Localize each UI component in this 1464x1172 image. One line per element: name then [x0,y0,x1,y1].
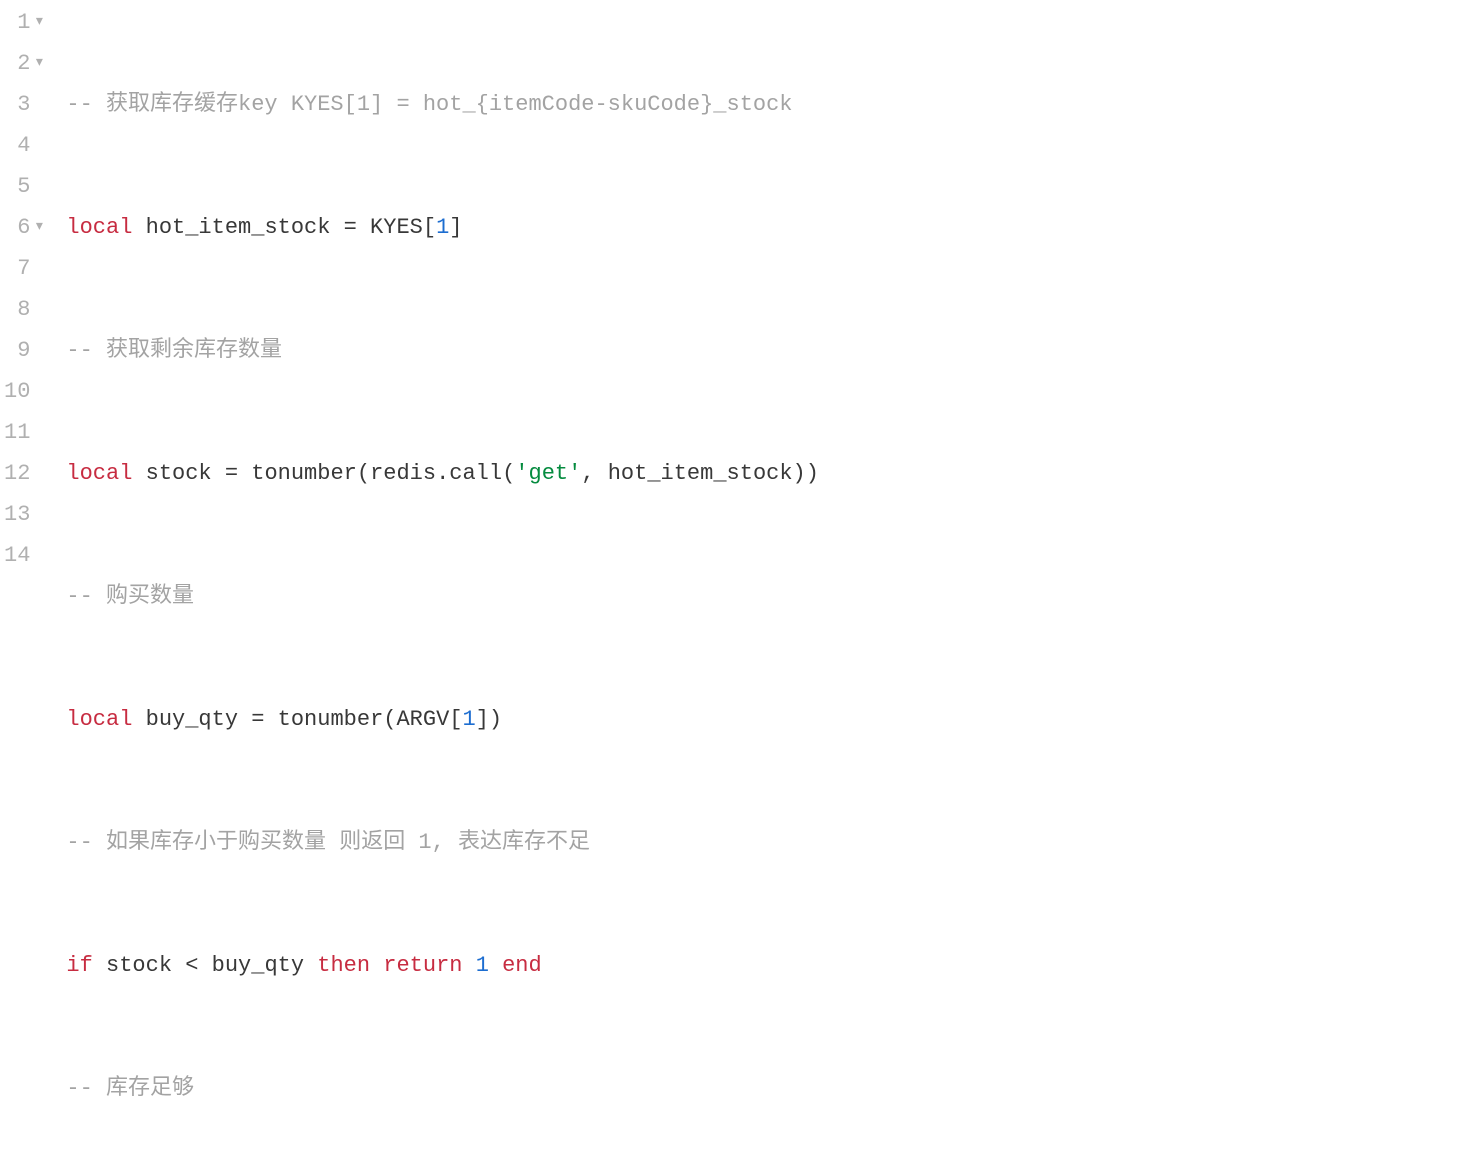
fold-marker-icon[interactable]: ▾ [32,43,46,84]
keyword-token: end [502,945,542,986]
code-line: -- 获取剩余库存数量 [66,330,819,371]
comment-token: -- 库存足够 [66,1068,194,1109]
line-number: 2▾ [4,43,46,84]
code-line: if stock < buy_qty then return 1 end [66,945,819,986]
line-number: 3 [4,84,46,125]
line-number: 12 [4,453,46,494]
operator-token: = [225,453,238,494]
function-call-token: tonumber(redis.call( [238,453,515,494]
operator-token: = [344,207,357,248]
comment-token: -- 获取库存缓存key KYES[1] = hot_{itemCode-sku… [66,84,792,125]
operator-token: = [251,699,264,740]
bracket-token: ] [449,207,462,248]
keyword-token: local [66,207,132,248]
code-editor-content[interactable]: -- 获取库存缓存key KYES[1] = hot_{itemCode-sku… [54,0,819,1172]
code-line: -- 如果库存小于购买数量 则返回 1, 表达库存不足 [66,822,819,863]
identifier-token: , hot_item_stock)) [581,453,819,494]
line-number: 5 [4,166,46,207]
code-line: local buy_qty = tonumber(ARGV[1]) [66,699,819,740]
keyword-token: return [383,945,462,986]
line-number: 11 [4,412,46,453]
number-token: 1 [463,699,476,740]
line-number: 8 [4,289,46,330]
identifier-token: hot_item_stock [132,207,343,248]
code-line: -- 获取库存缓存key KYES[1] = hot_{itemCode-sku… [66,84,819,125]
code-line: local hot_item_stock = KYES[1] [66,207,819,248]
bracket-token: ]) [476,699,502,740]
line-number: 6▾ [4,207,46,248]
fold-marker-icon[interactable]: ▾ [32,207,46,248]
line-number: 4 [4,125,46,166]
space-token [489,945,502,986]
line-number: 7 [4,248,46,289]
identifier-token: buy_qty [132,699,251,740]
keyword-token: then [317,945,370,986]
line-number: 9 [4,330,46,371]
keyword-token: local [66,699,132,740]
line-number: 14 [4,535,46,576]
comment-token: -- 获取剩余库存数量 [66,330,282,371]
number-token: 1 [436,207,449,248]
space-token [462,945,475,986]
condition-token: stock < buy_qty [93,945,317,986]
comment-token: -- 如果库存小于购买数量 则返回 1, 表达库存不足 [66,822,590,863]
keyword-token: local [66,453,132,494]
line-number: 1▾ [4,2,46,43]
function-call-token: tonumber(ARGV[ [264,699,462,740]
fold-marker-icon[interactable]: ▾ [32,2,46,43]
identifier-token: KYES[ [357,207,436,248]
code-line: -- 购买数量 [66,576,819,617]
identifier-token: stock [132,453,224,494]
line-number: 13 [4,494,46,535]
line-number: 10 [4,371,46,412]
comment-token: -- 购买数量 [66,576,194,617]
string-token: 'get' [515,453,581,494]
number-token: 1 [476,945,489,986]
keyword-token: if [66,945,92,986]
line-number-gutter: 1▾ 2▾ 3 4 5 6▾ 7 8 9 10 11 12 13 14 [0,0,54,1172]
code-line: -- 库存足够 [66,1068,819,1109]
code-line: local stock = tonumber(redis.call('get',… [66,453,819,494]
space-token [370,945,383,986]
